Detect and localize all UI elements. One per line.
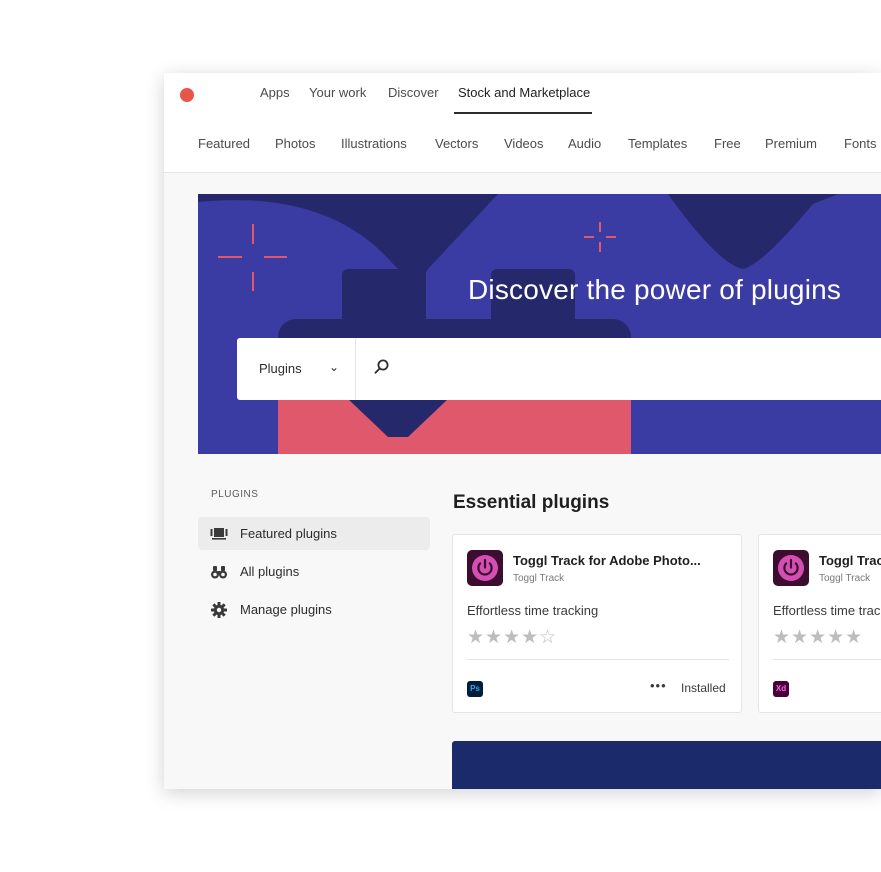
plugin-card[interactable]: Toggl Track for Adobe Photo... Toggl Tra…	[452, 534, 742, 713]
search-divider	[355, 338, 356, 400]
plugin-title[interactable]: Toggl Track for Adobe Photo...	[513, 553, 701, 568]
sidebar-item-label: Featured plugins	[240, 526, 337, 541]
top-navigation-bar: Apps Your work Discover Stock and Market…	[164, 73, 881, 115]
sidebar-item-featured-plugins[interactable]: Featured plugins	[198, 517, 430, 550]
category-illustrations[interactable]: Illustrations	[341, 136, 407, 151]
sidebar-item-all-plugins[interactable]: All plugins	[198, 555, 430, 588]
hero-illustration	[198, 194, 838, 454]
nav-apps[interactable]: Apps	[260, 85, 290, 100]
more-options-icon[interactable]: •••	[650, 678, 667, 693]
close-window-dot[interactable]	[180, 88, 194, 102]
nav-stock-and-marketplace[interactable]: Stock and Marketplace	[458, 85, 590, 100]
category-vectors[interactable]: Vectors	[435, 136, 478, 151]
plugin-logo	[467, 550, 503, 586]
binoculars-icon	[211, 566, 227, 579]
category-fonts[interactable]: Fonts	[844, 136, 877, 151]
hero-banner: Discover the power of plugins	[198, 194, 881, 454]
sidebar-item-label: Manage plugins	[240, 602, 332, 617]
category-videos[interactable]: Videos	[504, 136, 544, 151]
rating-stars: ★★★★☆	[467, 627, 558, 648]
category-free[interactable]: Free	[714, 136, 741, 151]
plugin-description: Effortless time trac	[773, 603, 881, 618]
category-premium[interactable]: Premium	[765, 136, 817, 151]
promo-banner	[452, 741, 881, 789]
xd-app-icon: Xd	[773, 681, 789, 697]
installed-status: Installed	[681, 681, 726, 695]
category-bar: Featured Photos Illustrations Vectors Vi…	[164, 114, 881, 173]
gear-icon	[211, 602, 227, 618]
rating-stars: ★★★★★	[773, 627, 864, 648]
section-title: Essential plugins	[453, 492, 610, 513]
search-input[interactable]	[403, 352, 867, 388]
plugin-developer: Toggl Track	[513, 573, 565, 584]
plugin-card[interactable]: Toggl Trac Toggl Track Effortless time t…	[758, 534, 881, 713]
sidebar-item-manage-plugins[interactable]: Manage plugins	[198, 593, 430, 626]
sidebar-heading: PLUGINS	[211, 489, 259, 500]
power-icon	[778, 555, 804, 581]
plugin-logo	[773, 550, 809, 586]
hero-title: Discover the power of plugins	[468, 274, 842, 305]
category-audio[interactable]: Audio	[568, 136, 601, 151]
featured-icon	[210, 528, 228, 540]
photoshop-app-icon: Ps	[467, 681, 483, 697]
app-window: Apps Your work Discover Stock and Market…	[164, 73, 881, 789]
search-scope-select[interactable]: Plugins	[259, 361, 302, 376]
chevron-down-icon[interactable]: ⌄	[329, 360, 339, 374]
plugin-title[interactable]: Toggl Trac	[819, 553, 881, 568]
nav-discover[interactable]: Discover	[388, 85, 439, 100]
nav-your-work[interactable]: Your work	[309, 85, 366, 100]
card-divider	[467, 659, 729, 660]
plugin-description: Effortless time tracking	[467, 603, 599, 618]
power-icon	[472, 555, 498, 581]
category-featured[interactable]: Featured	[198, 136, 250, 151]
plugin-developer: Toggl Track	[819, 573, 871, 584]
search-icon[interactable]	[373, 358, 391, 376]
card-divider	[773, 659, 881, 660]
plugin-search-bar: Plugins ⌄	[237, 338, 881, 400]
category-templates[interactable]: Templates	[628, 136, 687, 151]
sidebar-item-label: All plugins	[240, 564, 300, 579]
category-photos[interactable]: Photos	[275, 136, 315, 151]
